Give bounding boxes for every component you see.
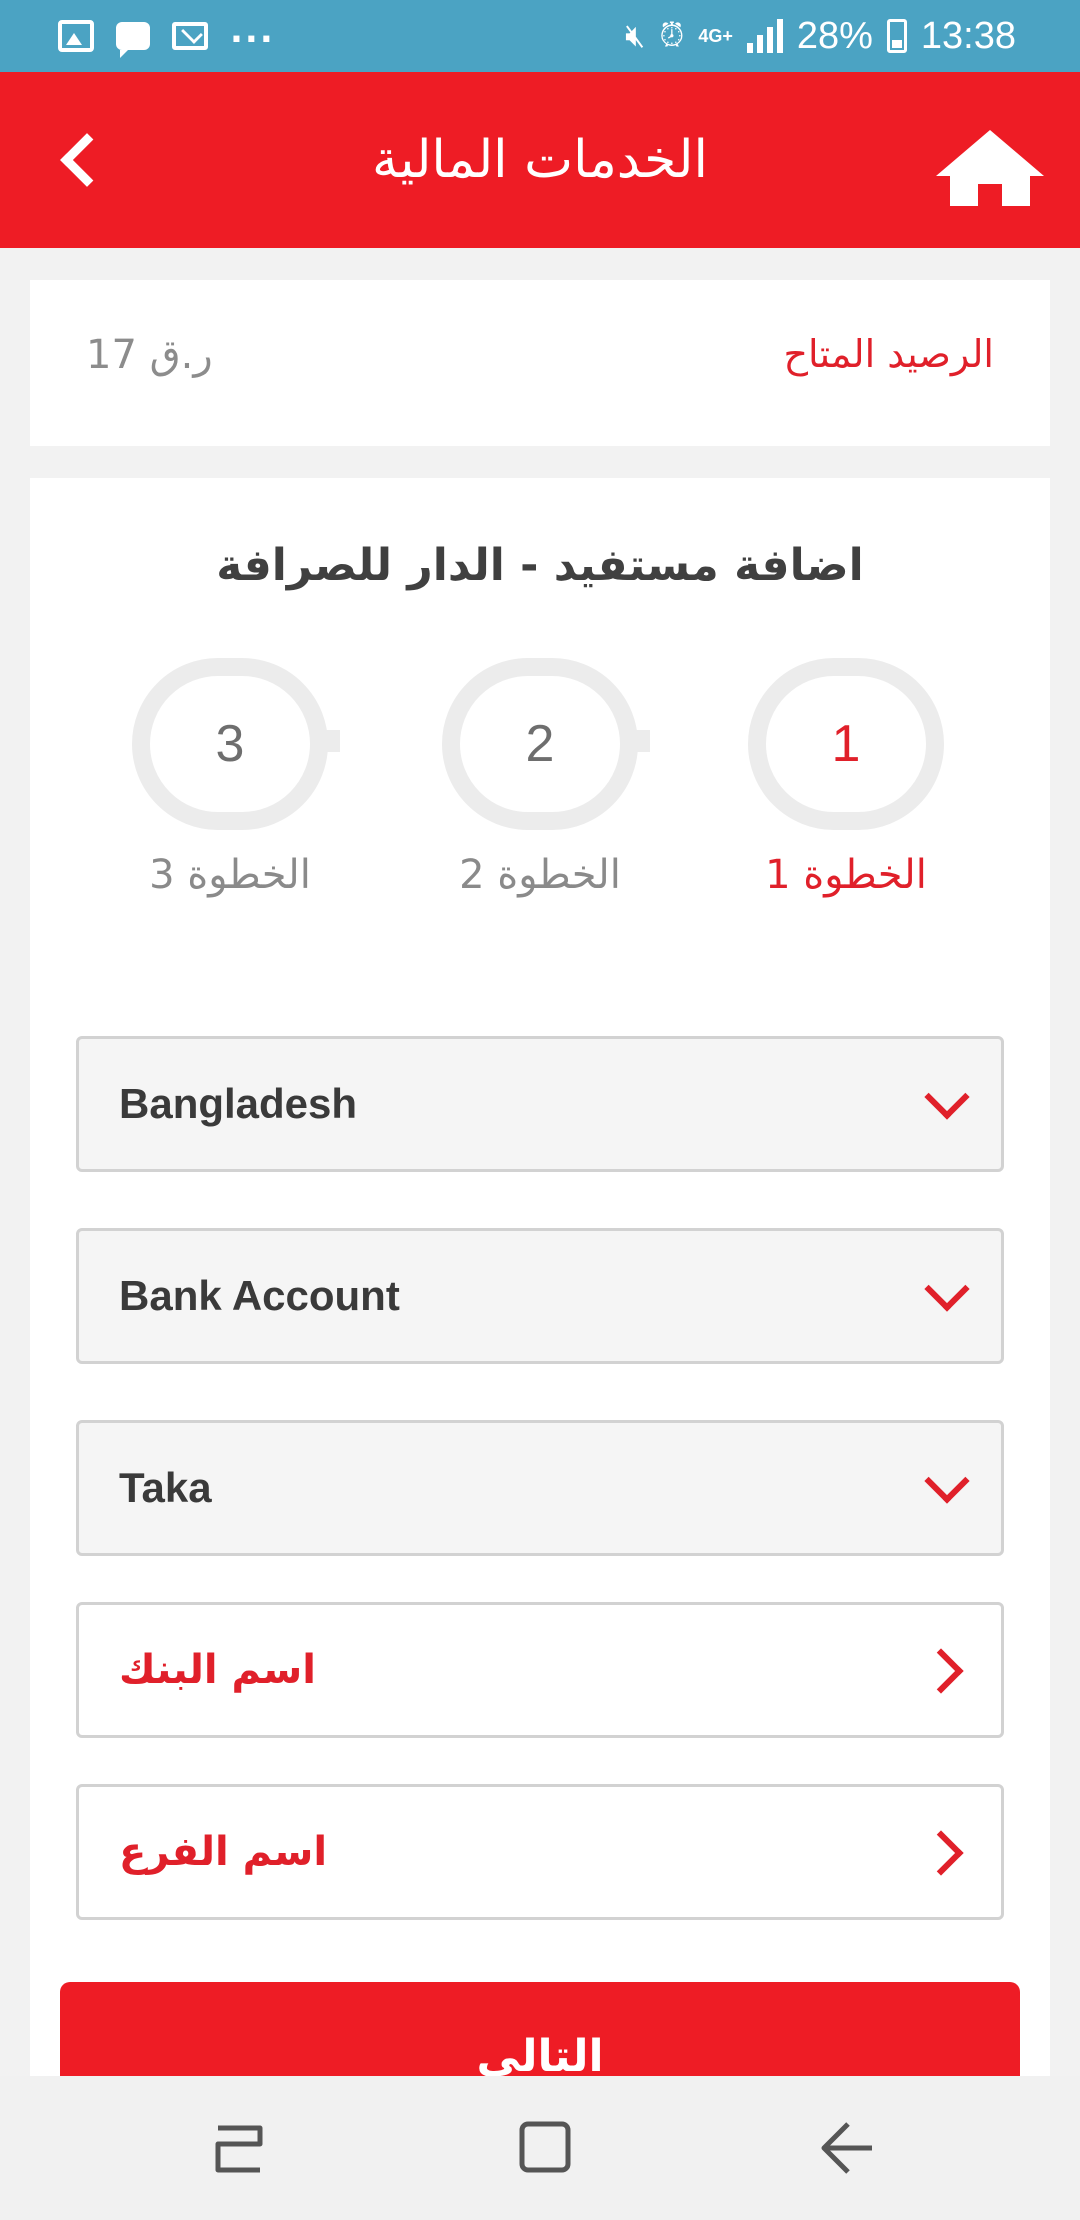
currency-value: Taka: [119, 1464, 212, 1511]
chevron-down-icon: [924, 1074, 970, 1120]
system-nav-bar: [0, 2076, 1080, 2220]
step-2-circle: 2: [442, 658, 638, 830]
stepper: 3 2 1 الخطوة 3 الخطوة 2 الخطوة 1: [30, 658, 1050, 918]
home-square-icon: [519, 2121, 571, 2173]
alarm-icon: ⏰︎: [659, 17, 685, 53]
network-type: 4G+: [698, 26, 733, 46]
signal-icon: [746, 19, 783, 53]
battery-percent: 28%: [796, 14, 873, 57]
home-button[interactable]: [930, 128, 1050, 208]
notification-icons: ...: [58, 14, 275, 58]
recent-apps-button[interactable]: [180, 2100, 300, 2196]
home-icon: [936, 130, 1044, 206]
country-value: Bangladesh: [119, 1080, 358, 1127]
back-arrow-icon: [821, 2122, 872, 2174]
status-bar: ... 🔇︎ ⏰︎ 4G+ 28% 13:38: [0, 0, 1080, 72]
form-title: اضافة مستفيد - الدار للصرافة: [216, 540, 864, 591]
mail-icon: [172, 22, 208, 50]
page-title: الخدمات المالية: [372, 130, 708, 190]
app-header: الخدمات المالية: [0, 72, 1080, 248]
back-chevron-icon: [60, 133, 114, 187]
chevron-right-icon: [918, 1830, 964, 1876]
balance-label: الرصيد المتاح: [783, 332, 994, 376]
step-3-label: الخطوة 3: [149, 852, 311, 898]
recent-apps-icon: [215, 2125, 263, 2173]
step-1-circle: 1: [748, 658, 944, 830]
mute-icon: 🔇︎: [625, 17, 646, 53]
chevron-down-icon: [924, 1266, 970, 1312]
chat-icon: [116, 22, 150, 58]
step-1-label: الخطوة 1: [765, 852, 927, 898]
balance-card: الرصيد المتاح ر.ق 17: [30, 280, 1050, 446]
more-notifications: ...: [230, 11, 275, 51]
country-select[interactable]: Bangladesh: [76, 1036, 1004, 1172]
beneficiary-form: اضافة مستفيد - الدار للصرافة 3 2 1 الخطو…: [30, 478, 1050, 2078]
transfer-type-select[interactable]: Bank Account: [76, 1228, 1004, 1364]
battery-icon: [886, 19, 907, 53]
branch-name-label: اسم الفرع: [119, 1829, 328, 1875]
system-icons: 🔇︎ ⏰︎ 4G+ 28% 13:38: [625, 14, 1016, 58]
image-icon: [58, 20, 94, 52]
currency-select[interactable]: Taka: [76, 1420, 1004, 1556]
bank-name-field[interactable]: اسم البنك: [76, 1602, 1004, 1738]
bank-name-label: اسم البنك: [119, 1647, 316, 1693]
balance-value: ر.ق 17: [86, 332, 213, 378]
chevron-right-icon: [918, 1648, 964, 1694]
chevron-down-icon: [924, 1458, 970, 1504]
branch-name-field[interactable]: اسم الفرع: [76, 1784, 1004, 1920]
step-3-circle: 3: [132, 658, 328, 830]
back-button[interactable]: [40, 120, 120, 200]
back-nav-button[interactable]: [786, 2100, 906, 2196]
transfer-type-value: Bank Account: [119, 1272, 400, 1319]
home-nav-button[interactable]: [484, 2100, 604, 2196]
clock: 13:38: [920, 14, 1016, 57]
step-2-label: الخطوة 2: [459, 852, 621, 898]
